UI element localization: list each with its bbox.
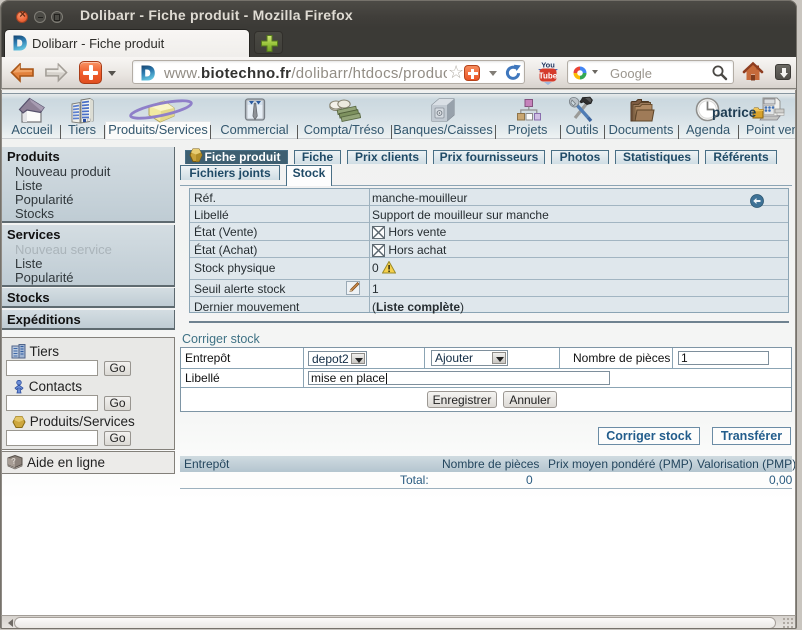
svg-text:You: You xyxy=(541,61,555,70)
svg-text:Tube: Tube xyxy=(539,72,558,81)
